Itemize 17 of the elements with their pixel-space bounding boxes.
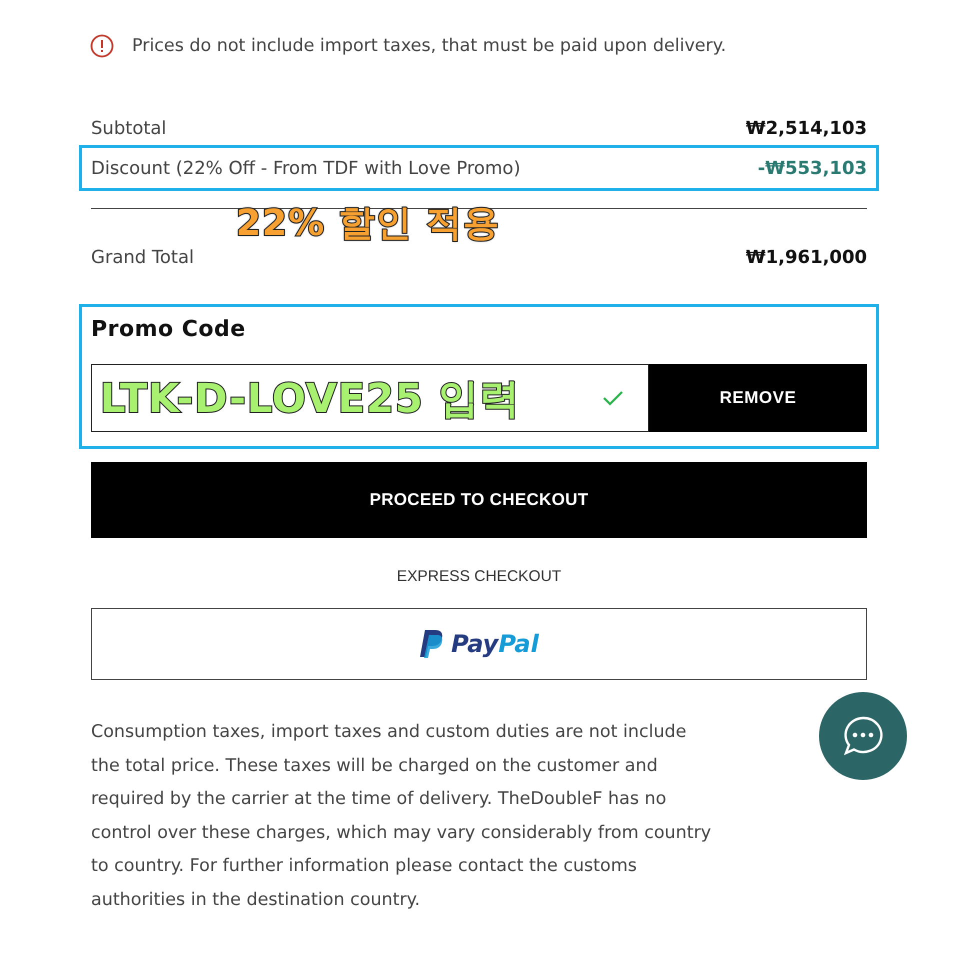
notice-text: Prices do not include import taxes, that must be paid upon delivery. bbox=[132, 36, 726, 56]
annotation-text: LTK-D-LOVE25 입력 bbox=[100, 374, 521, 424]
grand-total-value: ₩1,961,000 bbox=[746, 246, 867, 268]
paypal-button[interactable]: PayPal bbox=[91, 608, 867, 680]
summary-value: -₩553,103 bbox=[758, 158, 867, 178]
warning-icon bbox=[90, 34, 114, 58]
summary-value: ₩2,514,103 bbox=[746, 118, 867, 138]
summary-label: Discount (22% Off - From TDF with Love Promo) bbox=[91, 158, 520, 178]
disclaimer-text: Consumption taxes, import taxes and custom duties are not include the total price. These taxes will be charged on the customer and required by the carrier at the time of delivery. TheDoubleF has no control over these charges, which may vary considerably from country to country. For further information please contact the customs authorities in the destination country. bbox=[91, 721, 712, 912]
summary-label: Subtotal bbox=[91, 118, 166, 138]
checkout-button[interactable]: PROCEED TO CHECKOUT bbox=[91, 462, 867, 538]
promo-title: Promo Code bbox=[91, 317, 247, 342]
grand-total-label: Grand Total bbox=[91, 246, 194, 268]
express-checkout-label: EXPRESS CHECKOUT bbox=[396, 568, 562, 586]
chat-icon bbox=[841, 714, 885, 758]
annotation-text: 22% 할인 적용 bbox=[236, 202, 500, 246]
remove-button[interactable]: REMOVE bbox=[649, 364, 867, 432]
